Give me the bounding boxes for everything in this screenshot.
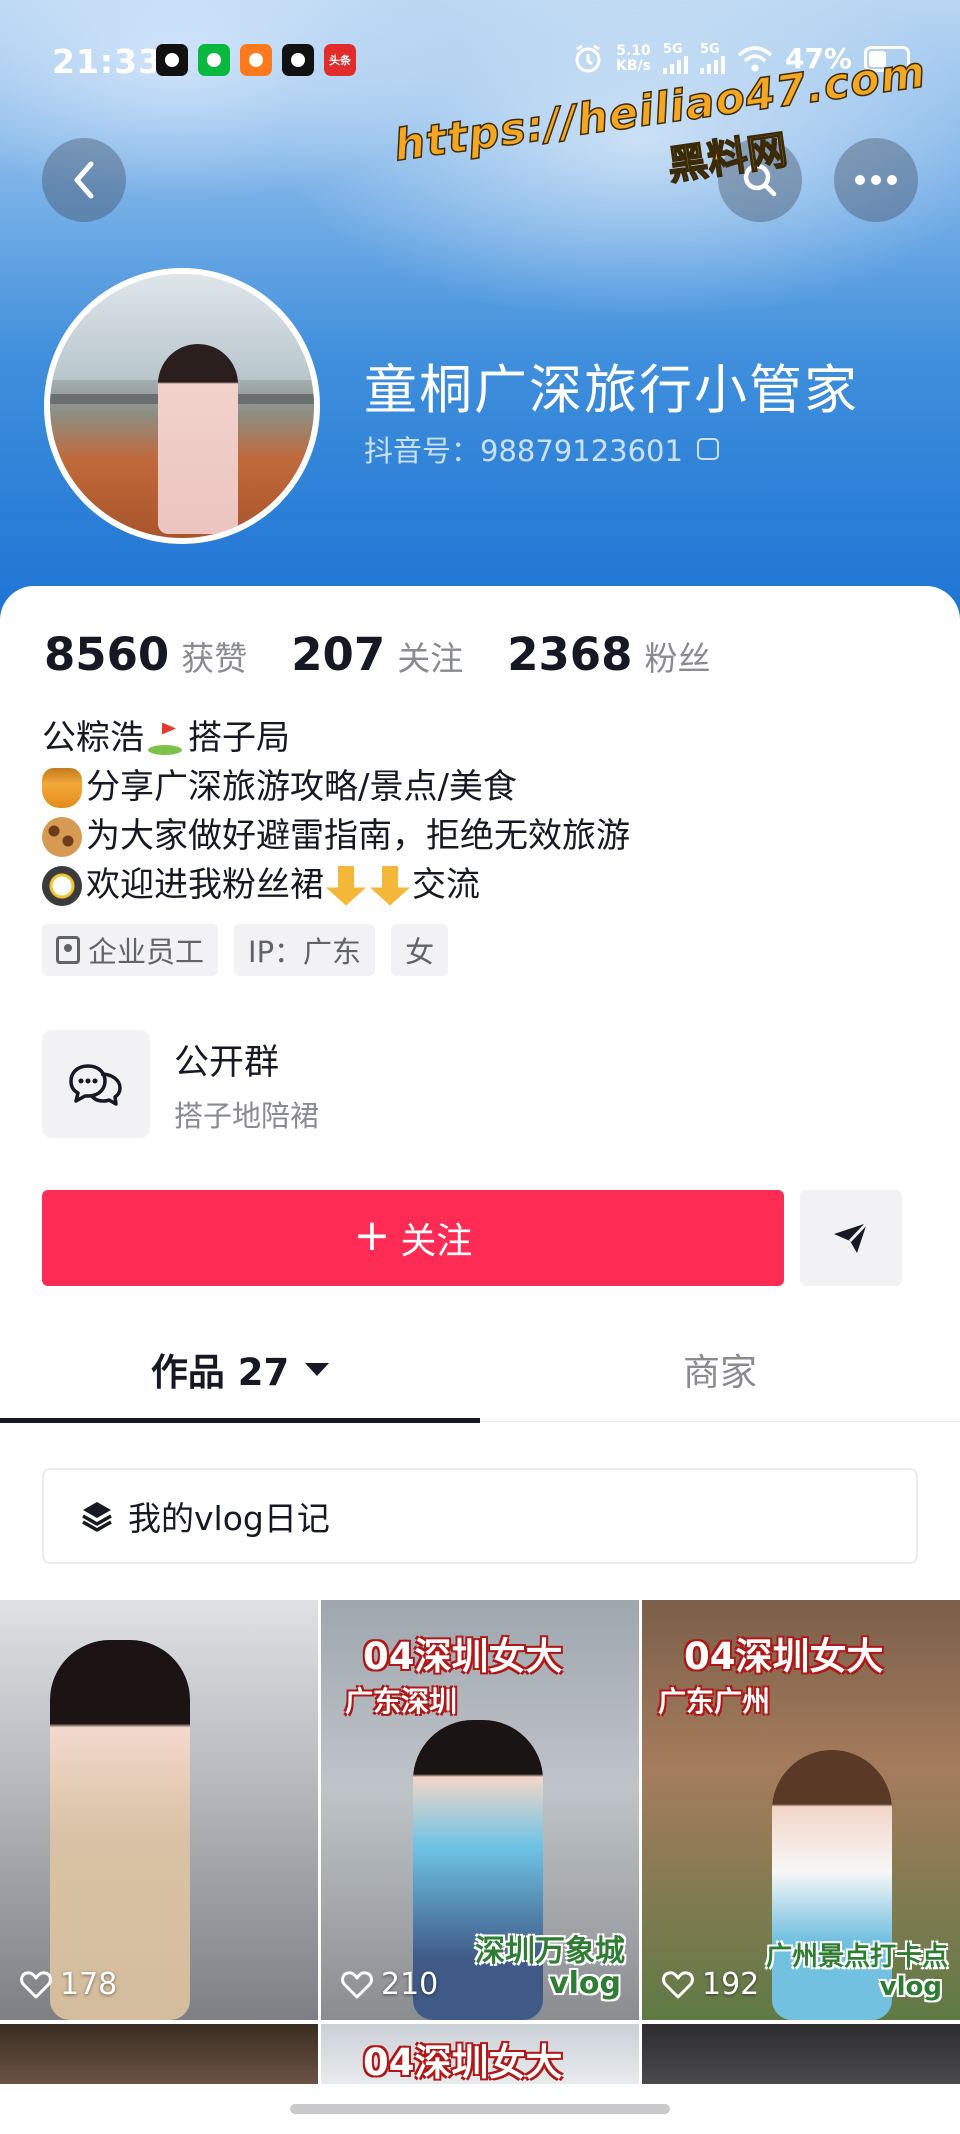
layers-icon: [82, 1502, 112, 1532]
profile-nickname: 童桐广深旅行小管家: [364, 360, 859, 421]
video-overlay-location: 广东深圳: [345, 1685, 458, 1718]
bio-line: 欢迎进我粉丝裙 交流: [42, 861, 630, 910]
signal-2: 5G: [699, 43, 725, 74]
pointing-down-icon: [370, 865, 410, 906]
back-button[interactable]: [42, 138, 126, 222]
message-button[interactable]: [800, 1190, 902, 1286]
stat-following[interactable]: 207 关注: [291, 628, 463, 681]
tag-occupation: 企业员工: [42, 924, 219, 976]
more-dots-icon: [855, 175, 897, 185]
bio-line: 公粽浩 搭子局: [42, 718, 290, 759]
wechat-icon: [198, 44, 230, 76]
douyin-id[interactable]: 抖音号：98879123601: [364, 428, 719, 470]
video-caption: 深圳万象城: [475, 1934, 625, 1969]
fan-group-entry[interactable]: 公开群 搭子地陪裙: [42, 1030, 319, 1138]
collection-entry[interactable]: 我的vlog日记: [42, 1468, 918, 1564]
tab-shop[interactable]: 商家: [480, 1316, 960, 1422]
music-app-icon: [156, 44, 188, 76]
honey-pot-icon: [42, 767, 82, 808]
badge-icon: [56, 936, 80, 964]
follow-button[interactable]: + 关注: [42, 1190, 784, 1286]
group-chat-icon: [42, 1030, 150, 1138]
heart-icon: [662, 1970, 694, 1998]
video-tile[interactable]: [0, 2024, 318, 2084]
profile-bio: 公粽浩 搭子局 分享广深旅游攻略/景点/美食 为大家做好避雷指南，拒绝无效旅游 …: [42, 714, 630, 910]
home-indicator[interactable]: [290, 2104, 670, 2114]
video-tile[interactable]: [642, 2024, 960, 2084]
group-title: 公开群: [174, 1042, 280, 1083]
tab-active-indicator: [0, 1418, 480, 1423]
signal-bars-icon: [662, 56, 688, 74]
video-caption-tag: vlog: [879, 1972, 942, 2002]
video-overlay-title: 04深圳女大: [363, 1635, 563, 1678]
heart-icon: [341, 1970, 373, 1998]
video-overlay-location: 广东广州: [658, 1685, 771, 1718]
cookie-icon: [42, 816, 82, 857]
profile-stats: 8560 获赞 207 关注 2368 粉丝: [44, 628, 710, 681]
bio-line: 分享广深旅游攻略/景点/美食: [42, 763, 630, 812]
send-icon: [834, 1221, 869, 1253]
toutiao-icon: 头条: [324, 44, 356, 76]
stat-likes[interactable]: 8560 获赞: [44, 628, 247, 681]
pointing-down-icon: [326, 865, 366, 906]
chevron-left-icon: [74, 161, 94, 199]
profile-tabs: 作品 27 商家: [0, 1316, 960, 1423]
profile-sheet: 8560 获赞 207 关注 2368 粉丝 公粽浩 搭子局 分享广深旅游攻略/…: [0, 586, 960, 2134]
signal-1: 5G: [662, 43, 688, 74]
like-count: 210: [341, 1967, 438, 2002]
notification-icons: 头条: [156, 44, 356, 76]
stat-followers[interactable]: 2368 粉丝: [507, 628, 710, 681]
caret-down-icon: [305, 1362, 330, 1376]
video-overlay-title: 04深圳女大: [684, 1635, 884, 1678]
tiktok-icon: [282, 44, 314, 76]
video-overlay-title: 04深圳女大: [363, 2041, 563, 2084]
frying-pan-icon: [42, 865, 82, 906]
video-tile[interactable]: 04深圳女大: [321, 2024, 639, 2084]
bio-line: 为大家做好避雷指南，拒绝无效旅游: [42, 812, 630, 861]
tag-ip-location: IP：广东: [234, 924, 376, 976]
golf-flag-icon: [144, 719, 184, 759]
video-tile[interactable]: 04深圳女大 广东广州 广州景点打卡点 vlog 192: [642, 1600, 960, 2020]
video-caption-tag: vlog: [549, 1966, 621, 2001]
like-count: 178: [20, 1967, 117, 2002]
plus-icon: +: [353, 1210, 391, 1261]
video-tile[interactable]: 178: [0, 1600, 318, 2020]
signal-bars-icon: [699, 56, 725, 74]
heart-icon: [20, 1970, 52, 1998]
profile-tags: 企业员工 IP：广东 女: [42, 924, 449, 976]
tag-gender: 女: [391, 924, 449, 976]
copy-icon[interactable]: [696, 438, 719, 460]
net-speed: 5.10 KB/s: [616, 42, 651, 74]
avatar[interactable]: [44, 268, 320, 544]
status-time: 21:33: [52, 42, 163, 81]
alarm-icon: [575, 44, 601, 72]
group-subtitle: 搭子地陪裙: [174, 1098, 320, 1133]
video-app-icon: [240, 44, 272, 76]
tab-works[interactable]: 作品 27: [0, 1316, 480, 1422]
like-count: 192: [662, 1967, 759, 2002]
video-caption: 广州景点打卡点: [765, 1942, 948, 1972]
video-tile[interactable]: 04深圳女大 广东深圳 深圳万象城 vlog 210: [321, 1600, 639, 2020]
